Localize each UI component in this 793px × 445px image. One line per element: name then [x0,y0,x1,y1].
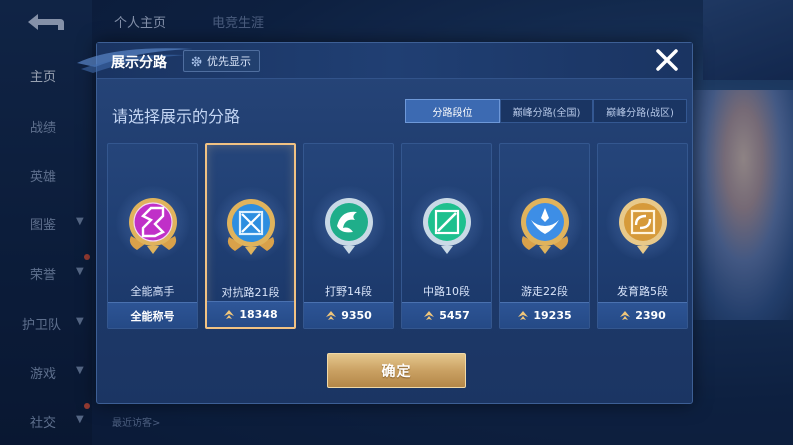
dialog-subtitle: 请选择展示的分路 [112,107,241,126]
dialog-header: 展示分路 优先显示 [77,43,692,79]
mid-lane-emblem-icon [422,198,471,254]
priority-display-label: 优先显示 [207,55,251,68]
rank-label: 全能高手 [130,285,175,298]
jungle-emblem-icon [324,198,373,254]
tab-peak-lane-region[interactable]: 巅峰分路(战区) [593,99,687,123]
lane-card-farm[interactable]: 发育路5段 2390 [597,143,688,329]
rank-label: 游走22段 [521,285,568,298]
card-footer: 全能称号 [108,302,197,328]
clash-lane-emblem-icon [226,199,275,255]
rank-label: 中路10段 [423,285,470,298]
rank-label: 发育路5段 [617,285,668,298]
points-icon [224,309,235,319]
all-round-emblem-icon [128,198,177,254]
gear-icon [191,56,202,66]
points-value: 5457 [439,309,470,322]
farm-lane-emblem-icon [618,198,667,254]
tab-peak-lane-national[interactable]: 巅峰分路(全国) [500,99,593,123]
lane-card-all-round[interactable]: 全能高手 全能称号 [107,143,198,329]
dialog-title: 展示分路 [111,55,167,71]
lane-display-dialog: 展示分路 优先显示 请选择展示的分路 分路段位 巅峰分路(全国) 巅峰分路(战区… [77,42,693,404]
card-footer: 2390 [598,302,687,328]
points-icon [424,310,435,320]
rank-label: 打野14段 [325,285,372,298]
points-value: 2390 [635,309,666,322]
tab-lane-rank[interactable]: 分路段位 [405,99,500,123]
lane-card-roam[interactable]: 游走22段 19235 [499,143,590,329]
lane-card-clash[interactable]: 对抗路21段 18348 [205,143,296,329]
title-text: 全能称号 [130,309,175,323]
roam-emblem-icon [520,198,569,254]
rank-label: 对抗路21段 [221,286,280,299]
lane-card-mid[interactable]: 中路10段 5457 [401,143,492,329]
lane-card-jungle[interactable]: 打野14段 9350 [303,143,394,329]
points-icon [326,310,337,320]
confirm-button[interactable]: 确定 [327,353,466,388]
close-icon[interactable] [654,47,680,73]
card-footer: 9350 [304,302,393,328]
card-footer: 5457 [402,302,491,328]
priority-display-button[interactable]: 优先显示 [183,50,260,72]
points-value: 9350 [341,309,372,322]
points-value: 18348 [239,308,278,321]
card-footer: 18348 [207,301,294,327]
points-value: 19235 [533,309,572,322]
card-footer: 19235 [500,302,589,328]
points-icon [620,310,631,320]
points-icon [518,310,529,320]
